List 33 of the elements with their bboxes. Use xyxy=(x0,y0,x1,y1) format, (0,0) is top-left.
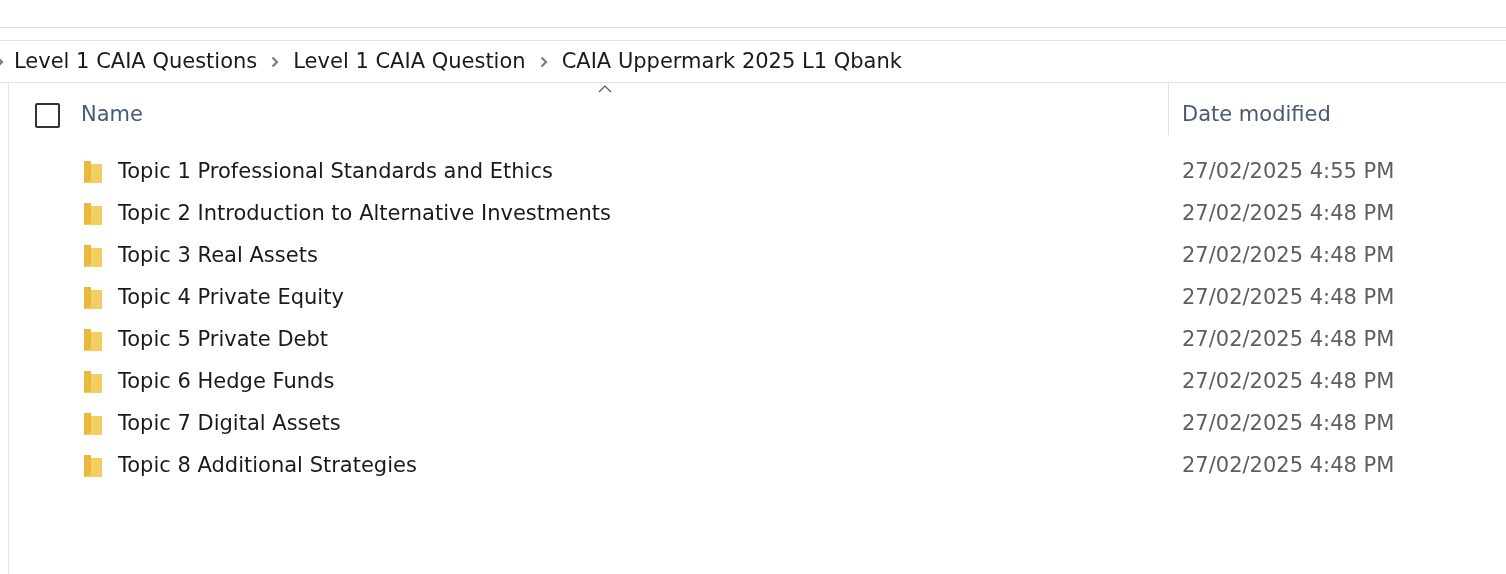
file-name[interactable]: Topic 8 Additional Strategies xyxy=(118,450,417,482)
date-modified: 27/02/2025 4:48 PM xyxy=(1181,200,1395,228)
folder-icon xyxy=(83,411,103,437)
breadcrumb-item[interactable]: Level 1 CAIA Question xyxy=(293,45,526,78)
file-name[interactable]: Topic 2 Introduction to Alternative Investments xyxy=(118,198,611,230)
date-modified: 27/02/2025 4:48 PM xyxy=(1181,452,1395,480)
file-name[interactable]: Topic 5 Private Debt xyxy=(118,324,329,356)
file-name[interactable]: Topic 7 Digital Assets xyxy=(118,408,341,440)
date-modified: 27/02/2025 4:48 PM xyxy=(1181,242,1395,270)
select-all-checkbox[interactable] xyxy=(35,102,60,128)
chevron-right-icon xyxy=(539,55,548,68)
file-name[interactable]: Topic 3 Real Assets xyxy=(118,240,318,272)
date-modified: 27/02/2025 4:48 PM xyxy=(1181,368,1395,396)
folder-icon xyxy=(83,327,103,353)
column-header[interactable]: Name xyxy=(81,83,1168,147)
folder-icon xyxy=(83,285,103,311)
file-name[interactable]: Topic 6 Hedge Funds xyxy=(118,366,335,398)
folder-icon xyxy=(83,201,103,227)
breadcrumb-item[interactable]: CAIA Uppermark 2025 L1 Qbank xyxy=(561,45,902,78)
folder-icon xyxy=(83,159,103,185)
file-name[interactable]: Topic 4 Private Equity xyxy=(118,282,344,314)
date-modified: 27/02/2025 4:48 PM xyxy=(1181,326,1395,354)
breadcrumb-item[interactable]: Level 1 CAIA Questions xyxy=(14,45,258,78)
folder-icon xyxy=(83,369,103,395)
folder-icon xyxy=(83,453,103,479)
folder-icon xyxy=(83,243,103,269)
date-modified: 27/02/2025 4:48 PM xyxy=(1181,410,1395,438)
file-name[interactable]: Topic 1 Professional Standards and Ethics xyxy=(118,156,553,188)
column-header[interactable]: Date modified xyxy=(1169,83,1506,147)
date-modified: 27/02/2025 4:55 PM xyxy=(1181,158,1395,186)
sort-up-icon xyxy=(598,85,612,93)
date-modified: 27/02/2025 4:48 PM xyxy=(1181,284,1395,312)
chevron-right-icon xyxy=(271,55,280,68)
